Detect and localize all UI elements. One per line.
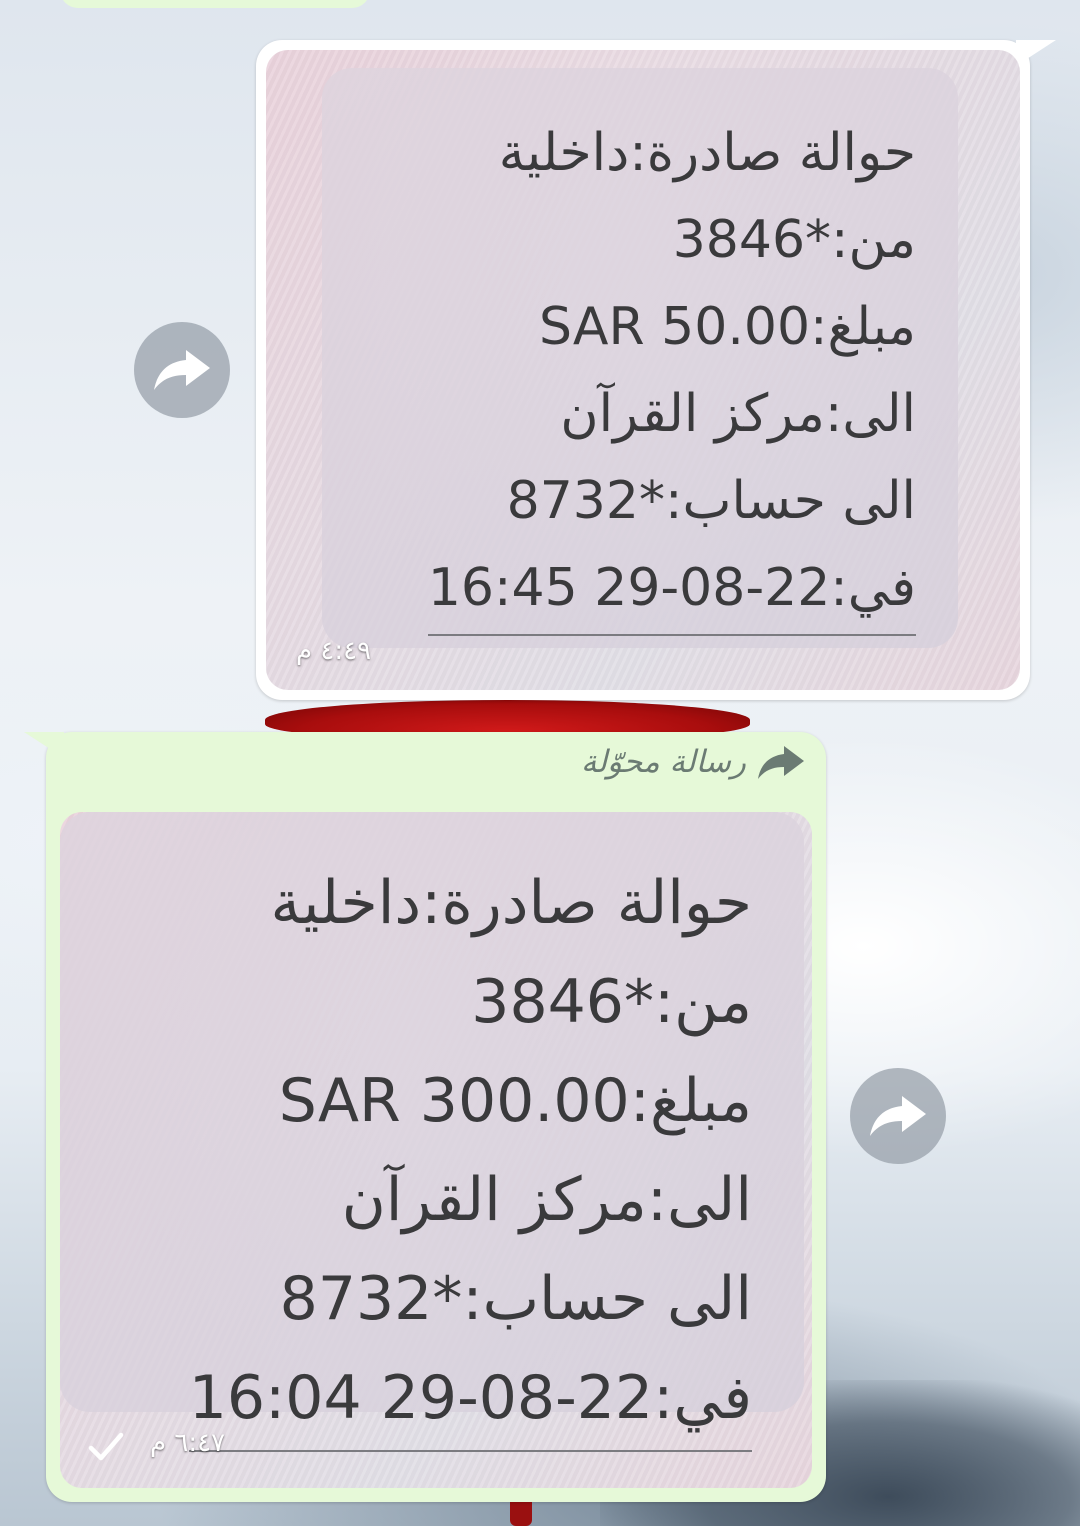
sms-text: حوالة صادرة:داخلية من:*3846 مبلغ:SAR 300…	[188, 854, 752, 1452]
forwarded-indicator: رسالة محوّلة	[581, 744, 806, 780]
previous-message-edge	[60, 0, 370, 8]
sms-line-datetime: في:22-08-29 16:45	[427, 545, 916, 636]
bubble-tail	[24, 732, 64, 758]
sms-screenshot-image[interactable]: حوالة صادرة:داخلية من:*3846 مبلغ:SAR 300…	[60, 812, 812, 1488]
sms-line-to: الى:مركز القرآن	[341, 1165, 752, 1235]
incoming-image-message[interactable]: حوالة صادرة:داخلية من:*3846 مبلغ:SAR 50.…	[256, 40, 1056, 700]
outgoing-forwarded-image-message[interactable]: رسالة محوّلة حوالة صادرة:داخلية من:*3846…	[24, 732, 826, 1502]
sms-line-account: الى حساب:*8732	[279, 1264, 752, 1334]
sms-line-transfer-type: حوالة صادرة:داخلية	[270, 868, 752, 938]
sms-line-amount: مبلغ:SAR 300.00	[278, 1066, 752, 1136]
forward-button[interactable]	[134, 322, 230, 418]
message-time: ٦:٤٧ م	[150, 1428, 226, 1458]
sms-line-to: الى:مركز القرآن	[560, 384, 916, 444]
sms-line-transfer-type: حوالة صادرة:داخلية	[498, 123, 916, 183]
sms-line-from: من:*3846	[672, 210, 916, 270]
forward-arrow-icon	[154, 350, 210, 390]
forwarded-arrow-icon	[758, 746, 804, 779]
sms-text: حوالة صادرة:داخلية من:*3846 مبلغ:SAR 50.…	[427, 110, 916, 636]
sms-line-datetime: في:22-08-29 16:04	[188, 1349, 752, 1452]
forward-button[interactable]	[850, 1068, 946, 1164]
sms-line-amount: مبلغ:SAR 50.00	[538, 297, 916, 357]
bubble-tail	[1016, 40, 1056, 66]
sms-screenshot-image[interactable]: حوالة صادرة:داخلية من:*3846 مبلغ:SAR 50.…	[266, 50, 1020, 690]
check-icon	[88, 1432, 124, 1461]
sms-line-from: من:*3846	[471, 967, 752, 1037]
forwarded-label: رسالة محوّلة	[580, 744, 746, 780]
forward-arrow-icon	[870, 1096, 926, 1136]
sms-line-account: الى حساب:*8732	[506, 471, 916, 531]
message-time: ٤:٤٩ م	[296, 636, 372, 666]
